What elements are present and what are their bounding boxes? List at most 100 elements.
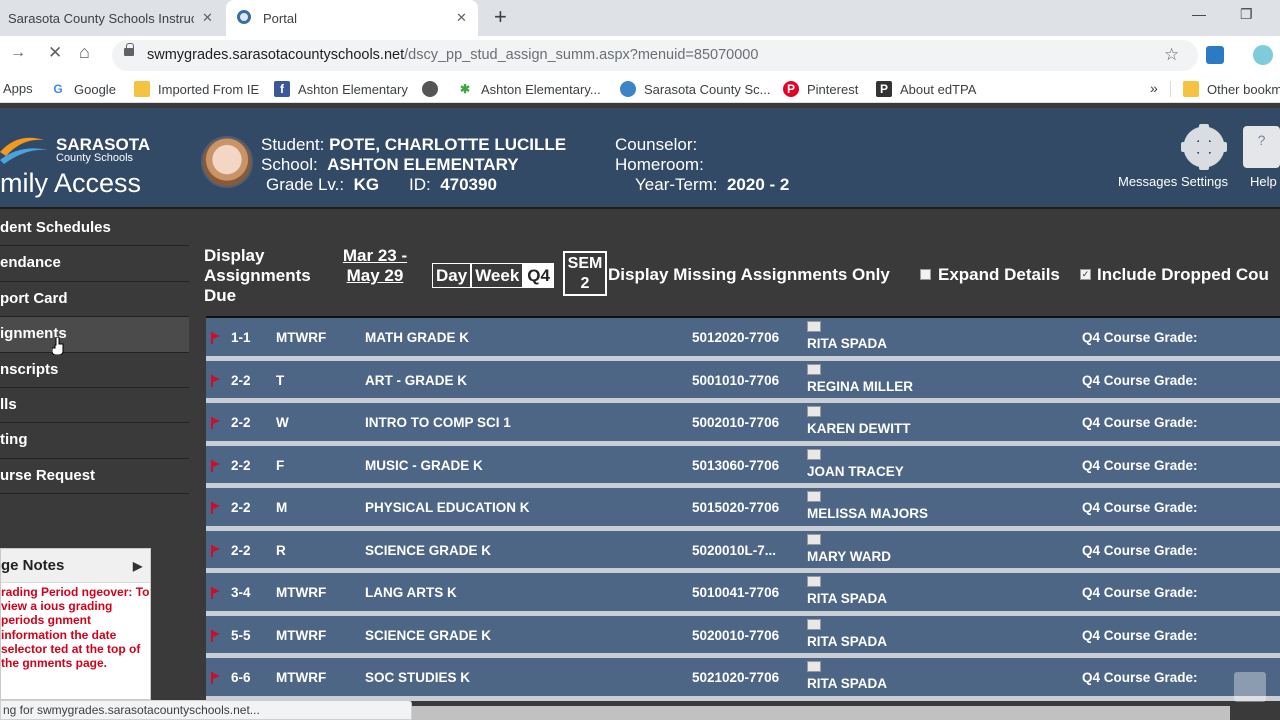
- period-week-button[interactable]: Week: [471, 263, 524, 288]
- period-day-button[interactable]: Day: [432, 263, 472, 288]
- email-icon[interactable]: [807, 661, 821, 672]
- display-assignments-due-label: Display Assignments Due: [204, 246, 311, 305]
- email-icon[interactable]: [807, 618, 821, 630]
- course-name[interactable]: PHYSICAL EDUCATION K: [365, 500, 530, 515]
- student-avatar: [201, 136, 253, 188]
- bookmark-imported-from-ie[interactable]: Imported From IE: [134, 81, 259, 97]
- course-row[interactable]: 2-2 F MUSIC - GRADE K 5013060-7706 JOAN TRAC…: [206, 445, 1280, 488]
- course-grade-label: Q4 Course Grade:: [1082, 500, 1198, 515]
- bookmarks-overflow-icon[interactable]: »: [1150, 80, 1158, 96]
- course-teacher[interactable]: KAREN DEWITT: [807, 421, 911, 436]
- email-icon[interactable]: [807, 363, 821, 375]
- stop-loading-icon[interactable]: ✕: [48, 43, 62, 63]
- bookmark-star-icon[interactable]: ☆: [1164, 45, 1179, 65]
- menu-attendance[interactable]: endance: [0, 246, 189, 282]
- extension-icon[interactable]: [1206, 46, 1224, 64]
- browser-tab-sarasota[interactable]: Sarasota County Schools Instructi ✕: [0, 0, 226, 36]
- bookmark-ashton-elementary[interactable]: ✱ Ashton Elementary...: [457, 81, 601, 97]
- menu-skills[interactable]: lls: [0, 387, 189, 424]
- email-icon[interactable]: [807, 321, 821, 332]
- bookmark-about-edtpa[interactable]: P About edTPA: [876, 81, 976, 97]
- course-period: 2-2: [231, 415, 251, 430]
- email-icon[interactable]: [807, 576, 821, 587]
- include-dropped-checkbox[interactable]: ✓: [1080, 269, 1091, 280]
- course-name[interactable]: SOC STUDIES K: [365, 670, 470, 685]
- bookmark-ashton-facebook[interactable]: f Ashton Elementary: [274, 81, 408, 97]
- bookmark-apps[interactable]: Apps: [3, 81, 33, 96]
- course-name[interactable]: LANG ARTS K: [365, 585, 457, 600]
- course-row[interactable]: 2-2 W INTRO TO COMP SCI 1 5002010-7706 KAREN…: [206, 403, 1280, 446]
- bookmark-sarasota-county[interactable]: Sarasota County Sc...: [620, 81, 770, 97]
- course-teacher[interactable]: JOAN TRACEY: [807, 464, 904, 479]
- email-icon[interactable]: [807, 533, 821, 545]
- course-name[interactable]: ART - GRADE K: [365, 373, 467, 388]
- change-notes-header[interactable]: ge Notes ▶: [1, 549, 150, 583]
- address-bar[interactable]: swmygrades.sarasotacountyschools.net/dsc…: [112, 40, 1198, 71]
- new-tab-button[interactable]: +: [494, 6, 507, 28]
- course-grade-label: Q4 Course Grade:: [1082, 415, 1198, 430]
- period-q4-button[interactable]: Q4: [523, 263, 554, 288]
- url-text[interactable]: swmygrades.sarasotacountyschools.net/dsc…: [147, 47, 758, 63]
- bookmark-google[interactable]: G Google: [50, 81, 116, 97]
- horizontal-scrollbar[interactable]: [412, 706, 1230, 720]
- bookmark-other[interactable]: Other bookm: [1183, 81, 1280, 97]
- folder-icon: [134, 81, 150, 97]
- menu-report-card[interactable]: port Card: [0, 281, 189, 318]
- bookmark-globe[interactable]: [422, 81, 446, 97]
- home-icon[interactable]: ⌂: [79, 42, 90, 63]
- settings-gear-icon[interactable]: [1181, 124, 1227, 170]
- restore-icon[interactable]: ❐: [1240, 6, 1253, 23]
- sem-2-button[interactable]: SEM 2: [563, 251, 607, 296]
- course-row[interactable]: 2-2 T ART - GRADE K 5001010-7706 REGINA MILL…: [206, 360, 1280, 403]
- course-name[interactable]: SCIENCE GRADE K: [365, 543, 491, 558]
- course-teacher[interactable]: MARY WARD: [807, 549, 891, 564]
- course-row[interactable]: 1-1 MTWRF MATH GRADE K 5012020-7706 RITA SPA…: [206, 318, 1280, 361]
- pause-icon[interactable]: [1234, 672, 1266, 702]
- caret-right-icon[interactable]: ▶: [133, 549, 142, 583]
- settings-link[interactable]: Settings: [1181, 174, 1228, 189]
- email-icon[interactable]: [807, 448, 821, 460]
- menu-student-schedules[interactable]: dent Schedules: [0, 211, 189, 247]
- course-teacher[interactable]: RITA SPADA: [807, 634, 887, 649]
- help-icon[interactable]: ?: [1243, 126, 1280, 168]
- course-name[interactable]: MATH GRADE K: [365, 330, 469, 345]
- course-period: 1-1: [231, 330, 251, 345]
- email-icon[interactable]: [807, 491, 821, 502]
- course-teacher[interactable]: REGINA MILLER: [807, 379, 913, 394]
- course-row[interactable]: 6-6 MTWRF SOC STUDIES K 5021020-7706 RITA SP…: [206, 658, 1280, 701]
- course-period: 5-5: [231, 627, 251, 643]
- course-row[interactable]: 2-2 R SCIENCE GRADE K 5020010L-7... MARY WAR…: [206, 530, 1280, 573]
- messages-link[interactable]: Messages: [1118, 174, 1177, 189]
- course-code: 5002010-7706: [692, 415, 780, 430]
- date-range-link[interactable]: Mar 23 - May 29: [342, 246, 408, 286]
- course-teacher[interactable]: RITA SPADA: [807, 676, 887, 691]
- menu-assignments[interactable]: ignments: [0, 317, 189, 353]
- menu-testing[interactable]: ting: [0, 423, 189, 459]
- email-icon[interactable]: [807, 406, 821, 417]
- course-name[interactable]: INTRO TO COMP SCI 1: [365, 415, 511, 430]
- include-dropped-label: Include Dropped Cou: [1097, 265, 1269, 284]
- course-name[interactable]: MUSIC - GRADE K: [365, 458, 483, 473]
- course-code: 5010041-7706: [692, 585, 780, 600]
- course-name[interactable]: SCIENCE GRADE K: [365, 628, 491, 643]
- help-link[interactable]: Help: [1250, 174, 1277, 189]
- missing-assignments-checkbox[interactable]: [920, 269, 931, 280]
- menu-transcripts[interactable]: nscripts: [0, 352, 189, 388]
- minimize-icon[interactable]: —: [1192, 6, 1206, 22]
- close-icon[interactable]: ✕: [202, 10, 213, 26]
- course-row[interactable]: 3-4 MTWRF LANG ARTS K 5010041-7706 RITA SPAD…: [206, 573, 1280, 616]
- bookmark-pinterest[interactable]: P Pinterest: [783, 81, 858, 97]
- bookmarks-bar: Apps G Google Imported From IE f Ashton El…: [0, 75, 1280, 103]
- red-flag-icon: [211, 502, 220, 514]
- course-teacher[interactable]: MELISSA MAJORS: [807, 506, 928, 521]
- course-teacher[interactable]: RITA SPADA: [807, 591, 887, 606]
- course-teacher[interactable]: RITA SPADA: [807, 336, 887, 351]
- course-row[interactable]: 5-5 MTWRF SCIENCE GRADE K 5020010-7706 RITA …: [206, 615, 1280, 658]
- close-icon[interactable]: ✕: [456, 10, 467, 26]
- forward-icon[interactable]: →: [10, 44, 26, 62]
- browser-tab-portal[interactable]: Portal ✕: [226, 0, 478, 36]
- grade-line: Grade Lv.: KG: [266, 175, 380, 194]
- course-row[interactable]: 2-2 M PHYSICAL EDUCATION K 5015020-7706 MELI…: [206, 488, 1280, 531]
- profile-avatar-icon[interactable]: [1253, 45, 1273, 65]
- menu-course-request[interactable]: urse Request: [0, 458, 189, 495]
